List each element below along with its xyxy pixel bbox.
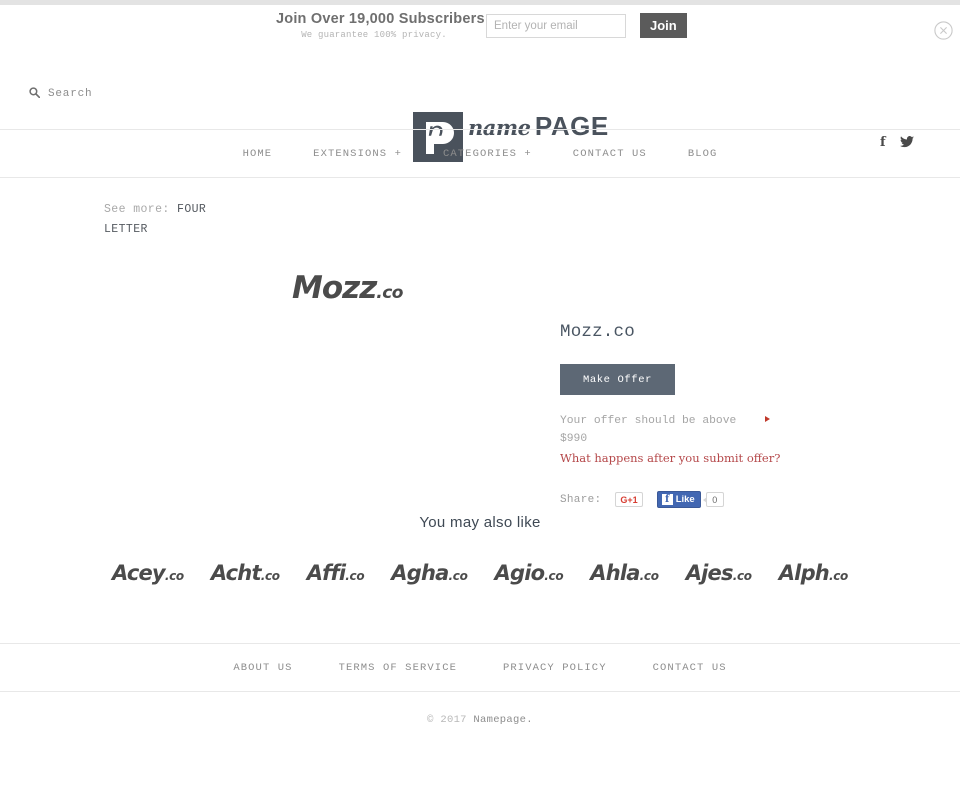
nav-item-extensions[interactable]: EXTENSIONS + — [313, 148, 402, 160]
also-like-list: Acey.co Acht.co Affi.co Agha.co Agio.co … — [0, 552, 960, 594]
offer-panel: Mozz.co Make Offer Your offer should be … — [560, 322, 790, 508]
also-like-tld: .co — [732, 569, 752, 583]
search-label: Search — [48, 88, 93, 100]
also-like-item-acht[interactable]: Acht.co — [211, 561, 280, 585]
product-logo-tld: .co — [376, 283, 403, 303]
offer-minimum-note: Your offer should be above $990 — [560, 412, 770, 448]
facebook-like-button[interactable]: f Like — [656, 491, 701, 508]
nav-item-home[interactable]: HOME — [243, 148, 273, 160]
also-like-name: Ahla — [590, 561, 640, 585]
footer-link-about-us[interactable]: ABOUT US — [233, 662, 292, 674]
breadcrumb: See more: FOUR LETTER — [104, 200, 234, 240]
product-logo: Mozz.co — [292, 270, 403, 306]
also-like-tld: .co — [448, 569, 468, 583]
close-circle-icon[interactable] — [934, 21, 953, 40]
footer-link-terms-of-service[interactable]: TERMS OF SERVICE — [339, 662, 457, 674]
breadcrumb-prefix: See more: — [104, 203, 170, 216]
also-like-tld: .co — [164, 569, 184, 583]
nav-item-blog[interactable]: BLOG — [688, 148, 718, 160]
subscribe-subtitle: We guarantee 100% privacy. — [301, 30, 447, 40]
also-like-item-agha[interactable]: Agha.co — [391, 561, 468, 585]
also-like-item-agio[interactable]: Agio.co — [495, 561, 564, 585]
subscribe-texts: Join Over 19,000 Subscribers We guarante… — [276, 11, 485, 40]
also-like-tld: .co — [260, 569, 280, 583]
join-button[interactable]: Join — [640, 13, 687, 38]
subscribe-bar: Join Over 19,000 Subscribers We guarante… — [0, 5, 960, 50]
facebook-like-widget: f Like 0 — [656, 491, 724, 508]
copyright-brand: Namepage. — [473, 714, 533, 726]
facebook-f-icon: f — [661, 494, 673, 505]
also-like-name: Affi — [306, 561, 346, 585]
also-like-name: Acht — [210, 561, 262, 585]
google-plus-share-button[interactable]: G+1 — [615, 492, 643, 507]
product-logo-name: Mozz — [292, 270, 377, 306]
also-like-name: Agha — [391, 561, 449, 585]
also-like-title: You may also like — [419, 514, 541, 531]
arrow-right-icon — [765, 416, 770, 422]
footer-link-contact-us[interactable]: CONTACT US — [653, 662, 727, 674]
also-like-tld: .co — [345, 569, 365, 583]
also-like-item-alph[interactable]: Alph.co — [778, 561, 849, 585]
share-label: Share: — [560, 493, 602, 506]
offer-info-link[interactable]: What happens after you submit offer? — [560, 451, 790, 465]
search-icon — [29, 85, 41, 103]
make-offer-button[interactable]: Make Offer — [560, 364, 675, 395]
share-row: Share: G+1 f Like 0 — [560, 491, 790, 508]
also-like-name: Agio — [494, 561, 546, 585]
copyright-prefix: © 2017 — [427, 714, 474, 726]
footer-navigation: ABOUT US TERMS OF SERVICE PRIVACY POLICY… — [0, 643, 960, 692]
search-button[interactable]: Search — [29, 85, 92, 103]
email-input[interactable] — [486, 13, 626, 38]
also-like-tld: .co — [639, 569, 659, 583]
main-navigation: HOME EXTENSIONS + CATEGORIES + CONTACT U… — [0, 129, 960, 178]
also-like-name: Ajes — [685, 561, 734, 585]
page-title: Mozz.co — [560, 322, 635, 342]
also-like-item-ajes[interactable]: Ajes.co — [686, 561, 752, 585]
site-header: Search name PAGE f — [0, 50, 960, 162]
subscribe-title: Join Over 19,000 Subscribers — [276, 11, 485, 27]
offer-minimum-text: Your offer should be above $990 — [560, 415, 737, 445]
also-like-item-acey[interactable]: Acey.co — [112, 561, 184, 585]
subscribe-content: Join Over 19,000 Subscribers We guarante… — [276, 11, 687, 40]
also-like-item-ahla[interactable]: Ahla.co — [590, 561, 659, 585]
also-like-tld: .co — [544, 569, 564, 583]
also-like-tld: .co — [828, 569, 848, 583]
also-like-item-affi[interactable]: Affi.co — [307, 561, 365, 585]
nav-item-categories[interactable]: CATEGORIES + — [443, 148, 532, 160]
nav-item-contact-us[interactable]: CONTACT US — [573, 148, 647, 160]
also-like-name: Alph — [778, 561, 830, 585]
also-like-name: Acey — [112, 561, 166, 585]
footer-link-privacy-policy[interactable]: PRIVACY POLICY — [503, 662, 607, 674]
facebook-like-label: Like — [675, 494, 695, 505]
copyright: © 2017 Namepage. — [0, 714, 960, 726]
facebook-like-count: 0 — [702, 492, 724, 507]
